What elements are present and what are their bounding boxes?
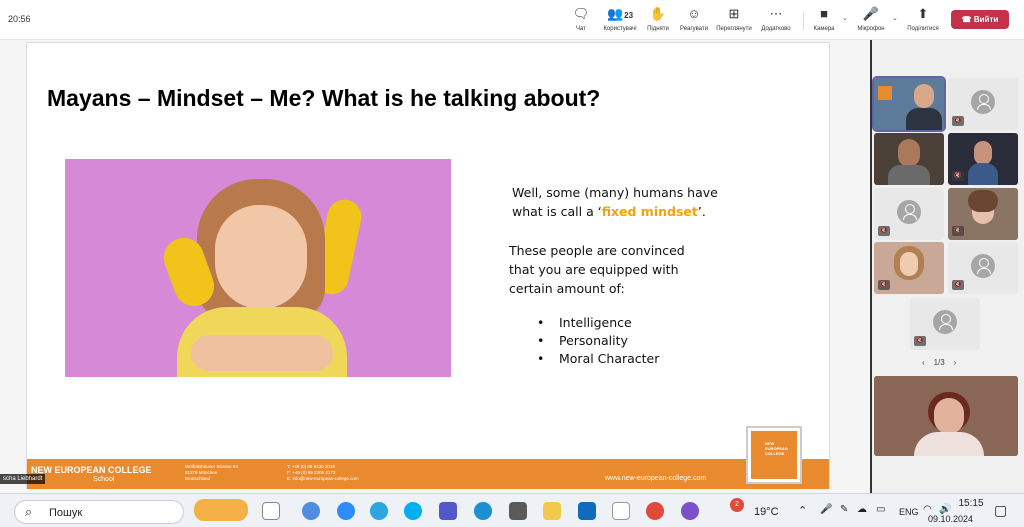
slide-footer: NEW EUROPEAN COLLEGE School Wolfratshaus…	[27, 459, 829, 489]
chat-button[interactable]: 🗨 Чат	[561, 6, 601, 32]
mic-off-icon: 🔇	[952, 226, 964, 236]
footer-brand: NEW EUROPEAN COLLEGE	[31, 465, 152, 475]
chevron-up-icon[interactable]: ⌃	[798, 504, 807, 517]
camera-icon: ■	[820, 6, 828, 21]
meeting-timer: 20:56	[8, 14, 31, 24]
mic-icon: 🎤	[862, 6, 880, 21]
calculator-icon[interactable]	[509, 502, 527, 520]
camera-button[interactable]: ■ Камера	[804, 6, 844, 32]
pen-icon[interactable]: ✎	[840, 504, 848, 515]
participant-gallery: 🔇 🔇 🔇 🔇 🔇 🔇 🔇 ‹ 1/3 ›	[872, 40, 1024, 493]
windows-taskbar: ⌕ Пошук 2 19°C ⌃ 🎤 ✎ ☁ ▭ ENG ◠ 🔊 15:15 0…	[0, 493, 1024, 527]
chrome-icon[interactable]	[646, 502, 664, 520]
chevron-left-icon[interactable]: ‹	[922, 358, 925, 367]
slide-paragraph-1: Well, some (many) humans have what is ca…	[512, 185, 718, 219]
notification-badge[interactable]: 2	[730, 498, 744, 512]
participant-tile[interactable]	[874, 133, 944, 185]
skype-icon[interactable]	[404, 502, 422, 520]
grid-icon: ⊞	[728, 6, 740, 21]
battery-icon[interactable]: ▭	[876, 504, 885, 515]
widgets-icon[interactable]	[194, 499, 248, 521]
avatar	[971, 254, 995, 278]
smiley-icon: ☺	[687, 6, 701, 21]
chevron-down-icon[interactable]: ⌄	[842, 14, 848, 22]
viber-icon[interactable]	[681, 502, 699, 520]
participant-tile-large[interactable]	[874, 376, 1018, 456]
weather-temp[interactable]: 19°C	[754, 506, 779, 518]
participant-tile[interactable]: 🔇	[948, 133, 1018, 185]
taskbar-search[interactable]: ⌕ Пошук	[14, 500, 184, 524]
chat-icon: 🗨	[572, 6, 590, 21]
edge-icon[interactable]	[474, 502, 492, 520]
slide-photo	[65, 159, 451, 377]
task-view-icon[interactable]	[262, 502, 280, 520]
mic-button[interactable]: 🎤 Мікрофон	[851, 6, 891, 32]
chevron-right-icon[interactable]: ›	[954, 358, 957, 367]
people-button[interactable]: 👥23 Користувачі	[600, 6, 640, 32]
participant-tile[interactable]: 🔇	[874, 188, 944, 240]
mic-off-icon: 🔇	[952, 116, 964, 126]
slide-bullet-list: Intelligence Personality Moral Character	[537, 314, 659, 368]
mic-tray-icon[interactable]: 🎤	[820, 504, 832, 515]
folder-icon[interactable]	[543, 502, 561, 520]
footer-contact: T: +49 (0) 89 8130 2018 F: +49 (0) 89 23…	[287, 464, 359, 481]
mic-off-icon: 🔇	[952, 280, 964, 290]
outlook-icon[interactable]	[578, 502, 596, 520]
list-item: Moral Character	[537, 350, 659, 368]
cloud-icon[interactable]: ☁	[857, 504, 867, 515]
participant-tile[interactable]: 🔇	[948, 78, 1018, 130]
search-icon: ⌕	[25, 504, 33, 519]
participant-tile[interactable]: 🔇	[910, 298, 980, 350]
more-button[interactable]: ⋯ Додатково	[756, 6, 796, 32]
notifications-icon[interactable]: ▢	[994, 502, 1007, 519]
chevron-down-icon[interactable]: ⌄	[892, 14, 898, 22]
avatar	[897, 200, 921, 224]
meeting-toolbar: 20:56 🗨 Чат 👥23 Користувачі ✋ Підняти ☺ …	[0, 0, 1024, 40]
teams-icon[interactable]	[439, 502, 457, 520]
mic-off-icon: 🔇	[878, 226, 890, 236]
language-indicator[interactable]: ENG	[899, 507, 919, 517]
list-item: Intelligence	[537, 314, 659, 332]
document-icon[interactable]	[612, 502, 630, 520]
taskbar-clock[interactable]: 15:15	[953, 498, 989, 509]
mic-off-icon: 🔇	[914, 336, 926, 346]
share-button[interactable]: ⬆ Поділитися	[903, 6, 943, 32]
highlight-fixed-mindset: fixed mindset	[601, 204, 698, 219]
shared-screen: Mayans – Mindset – Me? What is he talkin…	[0, 40, 872, 493]
mic-off-icon: 🔇	[878, 280, 890, 290]
avatar	[933, 310, 957, 334]
slide-title: Mayans – Mindset – Me? What is he talkin…	[47, 85, 601, 111]
speaker-name-label: scha Liebhardt	[0, 474, 46, 484]
mic-off-icon: 🔇	[952, 171, 964, 181]
hand-icon: ✋	[649, 6, 667, 21]
taskbar-date[interactable]: 09.10.2024	[928, 514, 973, 524]
footer-address: Wolfratshauser Strasse 84 81379 München …	[185, 464, 238, 481]
participant-tile[interactable]: 🔇	[948, 242, 1018, 294]
presentation-slide: Mayans – Mindset – Me? What is he talkin…	[26, 42, 830, 489]
slide-paragraph-2: These people are convinced that you are …	[509, 243, 685, 296]
participant-tile[interactable]	[872, 76, 946, 132]
participant-tile[interactable]: 🔇	[948, 188, 1018, 240]
copilot-icon[interactable]	[302, 502, 320, 520]
gallery-pager: ‹ 1/3 ›	[922, 358, 957, 367]
zoom-icon[interactable]	[337, 502, 355, 520]
more-icon: ⋯	[769, 6, 783, 21]
people-icon: 👥23	[606, 6, 634, 21]
participant-tile[interactable]: 🔇	[874, 242, 944, 294]
footer-website: www.new-european-college.com	[605, 475, 707, 482]
college-logo: NEW EUROPEAN COLLEGE	[746, 426, 802, 484]
avatar	[971, 90, 995, 114]
react-button[interactable]: ☺ Реагувати	[674, 6, 714, 32]
share-icon: ⬆	[917, 6, 929, 21]
leave-button[interactable]: ☎ Вийти	[951, 10, 1009, 29]
view-button[interactable]: ⊞ Переглянути	[714, 6, 754, 32]
list-item: Personality	[537, 332, 659, 350]
telegram-icon[interactable]	[370, 502, 388, 520]
raise-hand-button[interactable]: ✋ Підняти	[638, 6, 678, 32]
